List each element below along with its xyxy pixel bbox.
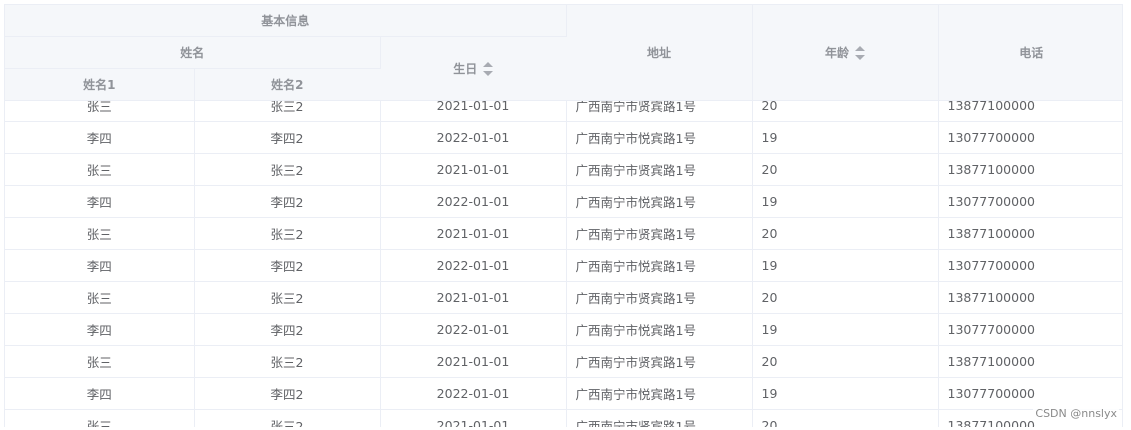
header-phone: 电话 [938, 5, 1122, 101]
cell-age: 19 [752, 249, 939, 282]
header-age[interactable]: 年龄 [752, 5, 939, 101]
cell-name1: 张三 [5, 409, 195, 427]
cell-birthday: 2021-01-01 [380, 217, 567, 250]
sort-icon[interactable] [855, 46, 865, 61]
cell-age: 20 [752, 409, 939, 427]
cell-address: 广西南宁市贤宾路1号 [566, 409, 753, 427]
cell-age: 20 [752, 100, 939, 122]
cell-age: 19 [752, 377, 939, 410]
table-row[interactable]: 李四 李四2 2022-01-01 广西南宁市悦宾路1号 19 13077700000 [5, 185, 1122, 218]
header-address: 地址 [566, 5, 753, 101]
table-row[interactable]: 李四 李四2 2022-01-01 广西南宁市悦宾路1号 19 13077700000 [5, 377, 1122, 410]
cell-birthday: 2021-01-01 [380, 153, 567, 186]
watermark: CSDN @nnslyx [1033, 407, 1119, 420]
cell-age: 20 [752, 345, 939, 378]
cell-birthday: 2022-01-01 [380, 121, 567, 154]
cell-phone: 13077700000 [938, 121, 1122, 154]
cell-name1: 张三 [5, 153, 195, 186]
cell-address: 广西南宁市贤宾路1号 [566, 281, 753, 314]
cell-name1: 李四 [5, 249, 195, 282]
cell-birthday: 2021-01-01 [380, 100, 567, 122]
table-header: 基本信息 地址 年龄 电话 姓名 生日 姓名1 姓名2 [5, 5, 1122, 101]
header-birthday[interactable]: 生日 [380, 36, 566, 101]
cell-name1: 李四 [5, 313, 195, 346]
cell-name2: 张三2 [194, 217, 381, 250]
cell-phone: 13077700000 [938, 377, 1122, 410]
cell-birthday: 2022-01-01 [380, 185, 567, 218]
cell-phone: 13077700000 [938, 313, 1122, 346]
cell-name2: 李四2 [194, 249, 381, 282]
cell-name1: 李四 [5, 121, 195, 154]
cell-name2: 张三2 [194, 153, 381, 186]
sort-ascending-icon[interactable] [855, 46, 865, 52]
table-row[interactable]: 李四 李四2 2022-01-01 广西南宁市悦宾路1号 19 13077700000 [5, 121, 1122, 154]
sort-ascending-icon[interactable] [483, 62, 494, 67]
cell-birthday: 2021-01-01 [380, 281, 567, 314]
sort-icon[interactable] [483, 62, 494, 76]
table-row[interactable]: 张三 张三2 2021-01-01 广西南宁市贤宾路1号 20 13877100000 [5, 217, 1122, 250]
header-name2: 姓名2 [194, 68, 380, 101]
cell-name2: 张三2 [194, 100, 381, 122]
cell-birthday: 2022-01-01 [380, 313, 567, 346]
cell-name2: 李四2 [194, 377, 381, 410]
cell-address: 广西南宁市贤宾路1号 [566, 217, 753, 250]
sort-descending-icon[interactable] [855, 55, 865, 61]
table-body[interactable]: 张三 张三2 2021-01-01 广西南宁市贤宾路1号 20 13877100000 李四… [5, 100, 1122, 427]
cell-address: 广西南宁市悦宾路1号 [566, 185, 753, 218]
cell-name2: 李四2 [194, 313, 381, 346]
cell-age: 20 [752, 281, 939, 314]
cell-name1: 李四 [5, 185, 195, 218]
cell-address: 广西南宁市悦宾路1号 [566, 313, 753, 346]
cell-birthday: 2021-01-01 [380, 409, 567, 427]
cell-name2: 张三2 [194, 281, 381, 314]
table-row[interactable]: 张三 张三2 2021-01-01 广西南宁市贤宾路1号 20 13877100000 [5, 100, 1122, 122]
cell-phone: 13077700000 [938, 185, 1122, 218]
cell-phone: 13077700000 [938, 249, 1122, 282]
cell-age: 19 [752, 313, 939, 346]
cell-name2: 李四2 [194, 121, 381, 154]
table-row[interactable]: 张三 张三2 2021-01-01 广西南宁市贤宾路1号 20 13877100000 [5, 345, 1122, 378]
cell-name1: 张三 [5, 217, 195, 250]
cell-name1: 张三 [5, 281, 195, 314]
cell-name2: 李四2 [194, 185, 381, 218]
header-group-name: 姓名 [5, 36, 381, 69]
data-table: 基本信息 地址 年龄 电话 姓名 生日 姓名1 姓名2 张三 张三2 2021-01… [4, 4, 1123, 427]
cell-name1: 李四 [5, 377, 195, 410]
header-name1: 姓名1 [5, 68, 195, 101]
cell-age: 20 [752, 217, 939, 250]
cell-phone: 13877100000 [938, 100, 1122, 122]
cell-age: 19 [752, 121, 939, 154]
cell-address: 广西南宁市贤宾路1号 [566, 153, 753, 186]
header-birthday-label: 生日 [453, 61, 478, 76]
cell-address: 广西南宁市悦宾路1号 [566, 249, 753, 282]
table-row[interactable]: 李四 李四2 2022-01-01 广西南宁市悦宾路1号 19 13077700000 [5, 249, 1122, 282]
table-row[interactable]: 张三 张三2 2021-01-01 广西南宁市贤宾路1号 20 13877100000 [5, 281, 1122, 314]
cell-phone: 13877100000 [938, 217, 1122, 250]
cell-address: 广西南宁市悦宾路1号 [566, 121, 753, 154]
header-age-label: 年龄 [824, 45, 849, 60]
cell-birthday: 2021-01-01 [380, 345, 567, 378]
cell-age: 19 [752, 185, 939, 218]
cell-name2: 张三2 [194, 345, 381, 378]
cell-name2: 张三2 [194, 409, 381, 427]
sort-descending-icon[interactable] [483, 71, 494, 76]
cell-address: 广西南宁市贤宾路1号 [566, 100, 753, 122]
cell-name1: 张三 [5, 345, 195, 378]
cell-phone: 13877100000 [938, 345, 1122, 378]
table-row[interactable]: 张三 张三2 2021-01-01 广西南宁市贤宾路1号 20 13877100000 [5, 153, 1122, 186]
header-address-label: 地址 [646, 45, 671, 60]
cell-address: 广西南宁市悦宾路1号 [566, 377, 753, 410]
cell-phone: 13877100000 [938, 153, 1122, 186]
cell-phone: 13877100000 [938, 281, 1122, 314]
header-phone-label: 电话 [1019, 45, 1044, 60]
cell-name1: 张三 [5, 100, 195, 122]
cell-age: 20 [752, 153, 939, 186]
table-row[interactable]: 李四 李四2 2022-01-01 广西南宁市悦宾路1号 19 13077700000 [5, 313, 1122, 346]
cell-birthday: 2022-01-01 [380, 249, 567, 282]
header-group-basic-info: 基本信息 [5, 5, 567, 37]
table-row[interactable]: 张三 张三2 2021-01-01 广西南宁市贤宾路1号 20 13877100000 [5, 409, 1122, 427]
cell-birthday: 2022-01-01 [380, 377, 567, 410]
cell-address: 广西南宁市贤宾路1号 [566, 345, 753, 378]
